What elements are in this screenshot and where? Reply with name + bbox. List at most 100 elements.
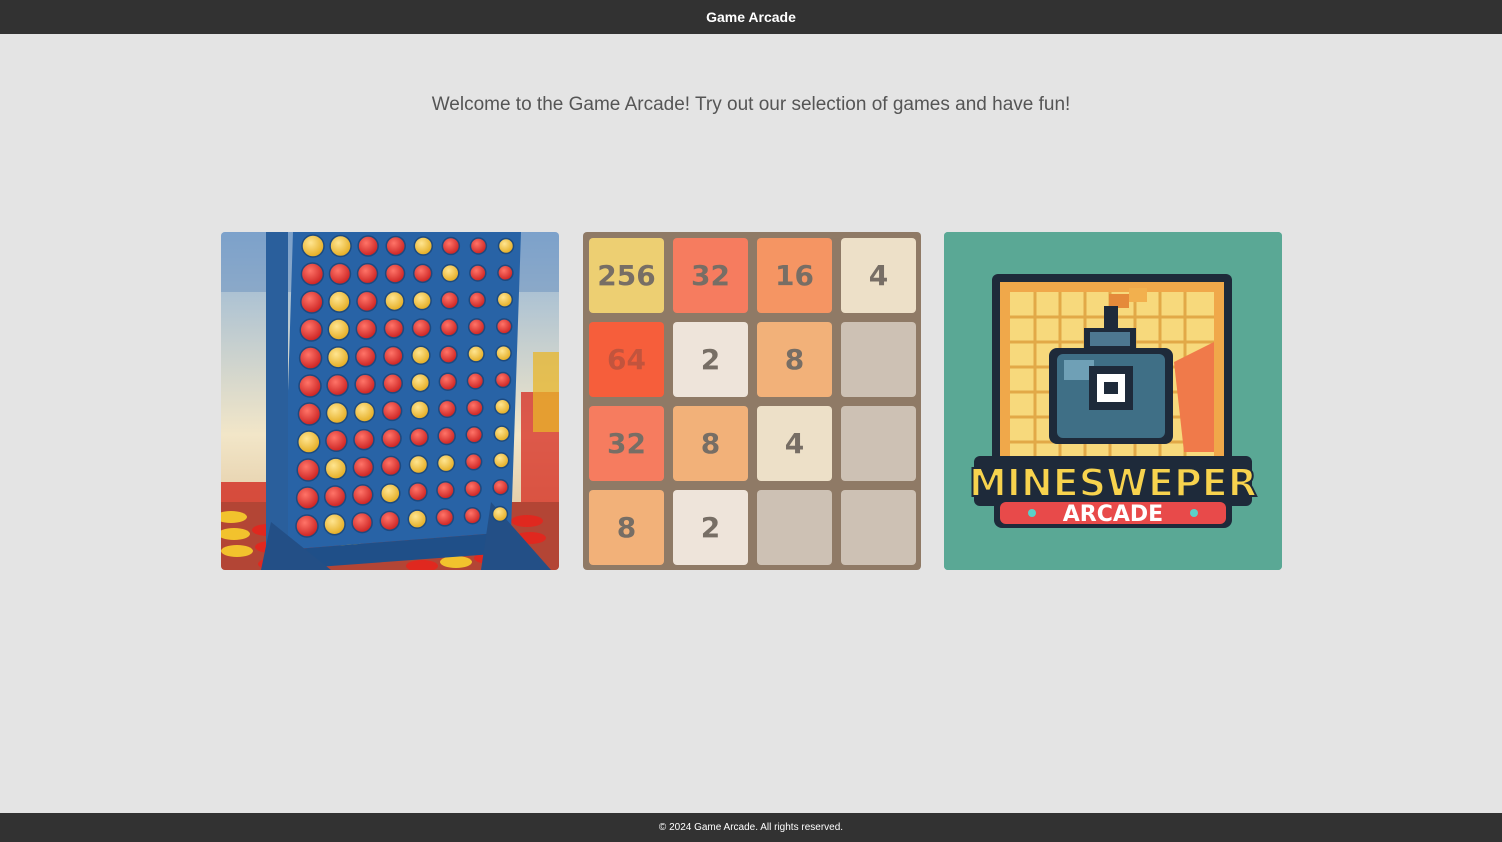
game-card-2048[interactable]: 256 32 16 4 64 2 8 32 8 4 8 2	[583, 232, 921, 570]
board-disc	[436, 481, 455, 500]
board-disc	[464, 479, 482, 498]
copyright-text: © 2024 Game Arcade. All rights reserved.	[658, 822, 844, 833]
board-disc	[439, 318, 459, 337]
board-disc	[301, 234, 325, 258]
game-tile: 256	[589, 238, 664, 313]
board-disc	[411, 318, 432, 338]
board-disc	[466, 399, 484, 417]
board-disc	[323, 485, 347, 508]
board-disc	[300, 262, 325, 286]
game-tile	[841, 406, 916, 481]
board-disc	[408, 454, 429, 475]
board-disc	[464, 453, 483, 471]
game-tile: 4	[757, 406, 832, 481]
game-tile: 2	[673, 490, 748, 565]
welcome-message: Welcome to the Game Arcade! Try out our …	[431, 94, 1071, 115]
board-disc	[384, 290, 405, 312]
board-disc	[381, 428, 402, 449]
board-disc	[351, 511, 373, 534]
board-disc	[467, 318, 486, 336]
game-tile: 8	[757, 322, 832, 397]
board-disc	[465, 426, 483, 444]
board-disc	[352, 456, 375, 479]
board-disc	[326, 373, 349, 397]
board-disc	[297, 402, 322, 426]
board-disc	[295, 514, 319, 538]
game-card-minesweeper[interactable]: MINESWEPER ARCADE	[944, 232, 1282, 570]
board-disc	[356, 290, 378, 313]
board-disc	[353, 401, 376, 423]
table-disc	[440, 556, 472, 568]
board-disc	[383, 345, 404, 367]
game-tile	[841, 490, 916, 565]
board-disc	[466, 372, 485, 390]
board-disc	[323, 513, 346, 536]
board-disc	[409, 427, 429, 447]
game-tile: 8	[673, 406, 748, 481]
game-tile: 32	[589, 406, 664, 481]
minesweeper-subtitle: ARCADE	[1063, 502, 1163, 527]
board-disc	[328, 262, 352, 286]
board-disc	[469, 237, 488, 255]
board-disc	[441, 236, 461, 256]
app-title: Game Arcade	[706, 9, 796, 25]
table-disc	[511, 515, 543, 527]
board-disc	[328, 290, 351, 313]
board-disc	[463, 506, 482, 525]
board-disc	[324, 457, 348, 480]
board-disc	[407, 509, 428, 529]
board-disc	[412, 290, 432, 311]
board-disc	[494, 398, 511, 416]
tile-grid: 256 32 16 4 64 2 8 32 8 4 8 2	[589, 238, 916, 565]
board-disc	[354, 345, 377, 368]
board-disc	[440, 291, 459, 310]
board-disc	[492, 452, 510, 469]
board-disc	[351, 484, 374, 506]
board-disc	[413, 236, 434, 256]
board-disc	[385, 235, 406, 257]
game-card-connect-four[interactable]	[221, 232, 559, 570]
board-disc	[438, 372, 458, 391]
board-disc	[296, 458, 320, 482]
board-disc	[325, 401, 349, 425]
board-disc	[298, 374, 322, 398]
game-tile	[841, 322, 916, 397]
board-disc	[409, 400, 430, 420]
board-disc	[493, 425, 511, 442]
board-disc	[441, 263, 460, 283]
board-disc	[497, 264, 514, 282]
board-disc	[380, 483, 401, 504]
game-tile: 64	[589, 322, 664, 397]
game-tile: 16	[757, 238, 832, 313]
board-disc	[492, 478, 509, 496]
table-disc	[221, 545, 253, 557]
board-disc	[410, 372, 431, 393]
board-disc	[436, 453, 456, 473]
board-disc	[437, 426, 456, 446]
board-disc	[495, 318, 513, 335]
board-disc	[494, 371, 512, 389]
board-disc	[354, 373, 376, 396]
board-disc	[353, 428, 375, 451]
board-disc	[325, 429, 348, 453]
game-tile	[757, 490, 832, 565]
board-disc	[384, 263, 406, 284]
board-disc	[469, 264, 487, 282]
board-disc	[300, 290, 324, 314]
game-tile: 4	[841, 238, 916, 313]
board-disc	[381, 400, 403, 422]
board-disc	[439, 345, 458, 364]
board-disc	[497, 237, 515, 255]
board-disc	[467, 345, 485, 363]
board-disc	[327, 318, 351, 341]
board-disc	[411, 345, 431, 366]
board-disc	[299, 318, 323, 342]
board-disc	[383, 318, 405, 339]
board-disc	[295, 486, 320, 510]
board-disc	[438, 399, 457, 419]
board-disc	[412, 263, 433, 284]
board-disc	[435, 508, 455, 527]
board-disc	[329, 234, 352, 258]
footer-bar: © 2024 Game Arcade. All rights reserved.	[0, 813, 1502, 842]
board-disc	[355, 318, 378, 340]
